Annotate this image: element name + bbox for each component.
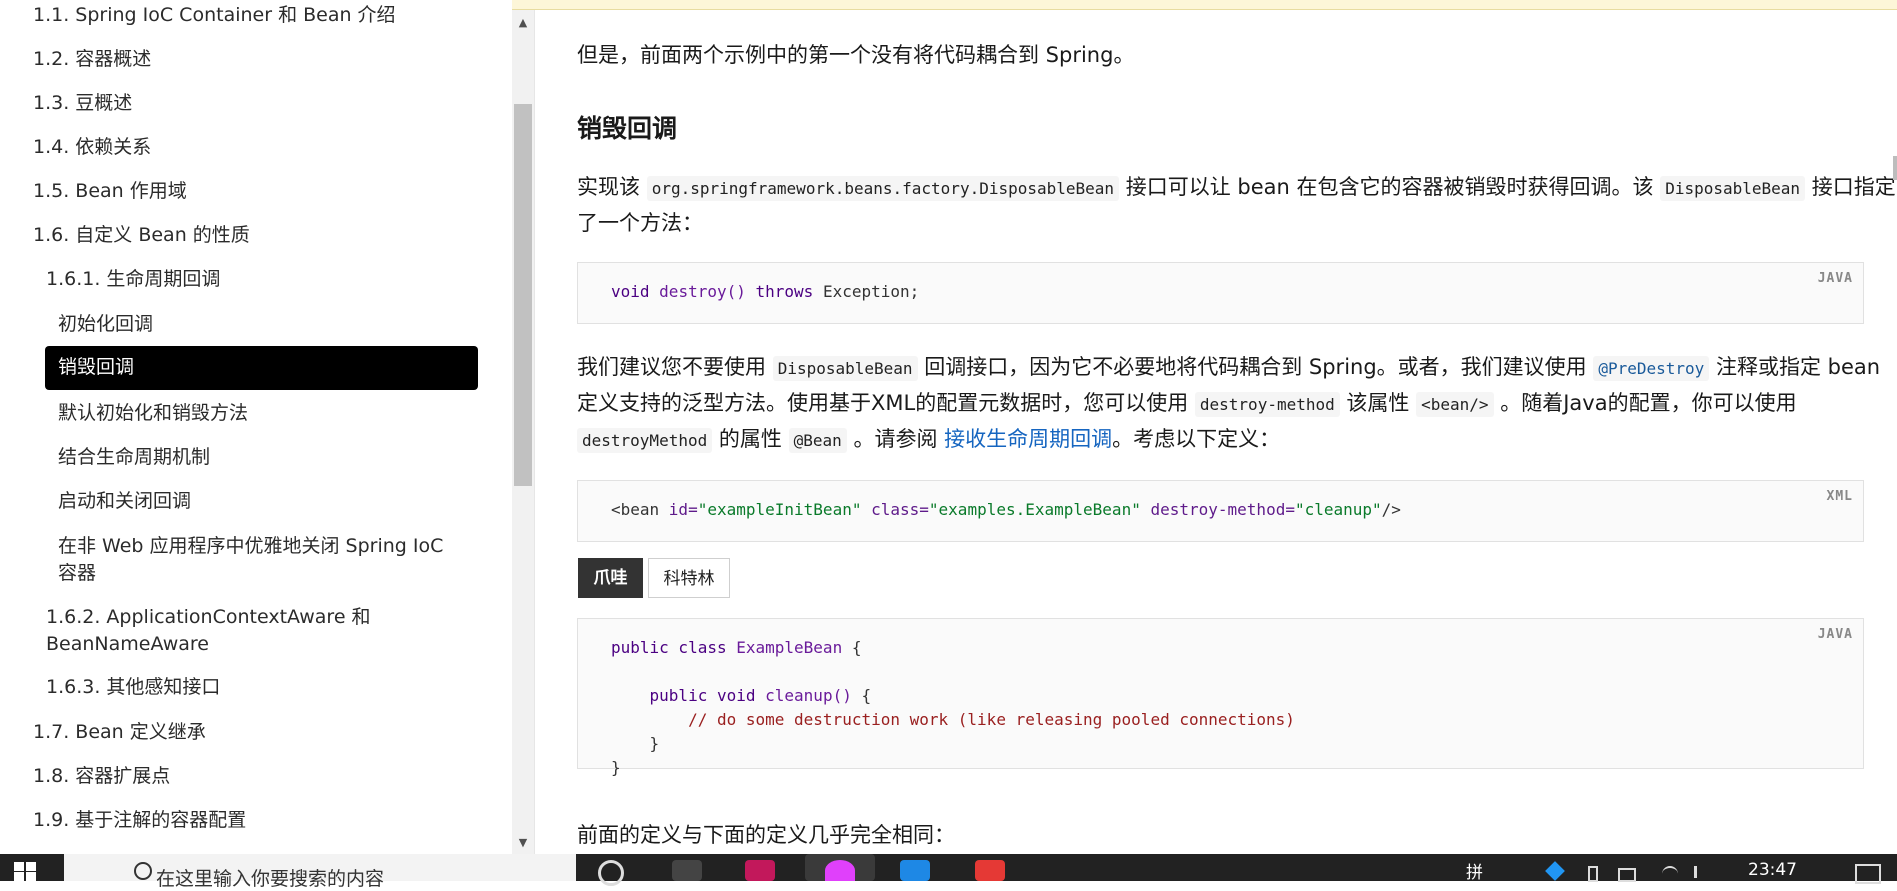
toc-item-1-6-3[interactable]: 1.6.3. 其他感知接口 [46,674,220,701]
toc-item-1-4[interactable]: 1.4. 依赖关系 [33,134,151,161]
store-app-icon[interactable] [900,860,930,881]
paragraph-disposable: 实现该 org.springframework.beans.factory.Di… [577,175,1896,235]
main-content: 但是，前面两个示例中的第一个没有将代码耦合到 Spring。 销毁回调 实现该 … [535,10,1897,854]
toc-item-1-7[interactable]: 1.7. Bean 定义继承 [33,719,206,746]
section-heading: 销毁回调 [577,114,678,143]
code-language-label: JAVA [1817,271,1853,286]
tab-java[interactable]: 爪哇 [578,558,643,598]
ime-indicator[interactable]: 拼 [1466,858,1483,883]
cortana-icon[interactable] [598,860,624,886]
inline-code: @PreDestroy [1593,356,1710,381]
taskbar-search-box[interactable]: 在这里输入你要搜索的内容 [64,854,576,890]
inline-code: org.springframework.beans.factory.Dispos… [646,176,1120,201]
windows-taskbar: 在这里输入你要搜索的内容 拼 23:47 [0,854,1897,890]
windows-start-icon[interactable] [14,862,38,881]
taskbar-search-placeholder: 在这里输入你要搜索的内容 [156,868,385,890]
toc-item-1-6-2[interactable]: 1.6.2. ApplicationContextAware 和 BeanNam… [46,604,386,658]
scroll-down-arrow-icon[interactable]: ▼ [512,832,534,854]
toc-item-graceful-shutdown[interactable]: 在非 Web 应用程序中优雅地关闭 Spring IoC 容器 [58,533,468,587]
task-view-icon[interactable] [672,860,702,881]
inline-code: @Bean [788,428,847,453]
toc-item-1-6-1[interactable]: 1.6.1. 生命周期回调 [46,266,220,293]
page-scroll-indicator[interactable] [1893,156,1897,180]
toc-item-1-9[interactable]: 1.9. 基于注解的容器配置 [33,807,246,834]
inline-code: destroy-method [1194,392,1340,417]
code-language-label: JAVA [1817,627,1853,642]
code-line: <bean id="exampleInitBean" class="exampl… [611,500,1401,519]
battery-icon[interactable] [1618,868,1636,882]
tab-kotlin[interactable]: 科特林 [648,558,730,598]
intro-text: 但是，前面两个示例中的第一个没有将代码耦合到 Spring。 [577,43,1135,67]
volume-icon[interactable] [1694,866,1707,878]
taskbar-clock[interactable]: 23:47 [1748,860,1797,880]
inline-code: DisposableBean [1660,176,1806,201]
sidebar-scrollbar-thumb[interactable] [514,104,532,486]
notification-icon[interactable] [1855,864,1881,884]
code-block-java-examplebean: JAVA public class ExampleBean { public v… [577,618,1864,777]
inline-code: <bean/> [1416,392,1494,417]
outro-text: 前面的定义与下面的定义几乎完全相同： [577,823,955,847]
toc-item-1-8[interactable]: 1.8. 容器扩展点 [33,763,170,790]
scroll-up-arrow-icon[interactable]: ▲ [512,12,534,34]
toc-item-startup-shutdown[interactable]: 启动和关闭回调 [58,488,191,515]
toc-active-label: 销毁回调 [58,356,135,378]
wifi-icon[interactable] [1662,866,1678,882]
inline-code: DisposableBean [772,356,918,381]
tray-app-icon[interactable] [1545,861,1565,881]
firefox-icon [825,860,855,881]
toc-item-1-1[interactable]: 1.1. Spring IoC Container 和 Bean 介绍 [33,2,396,29]
code-block-xml: XML <bean id="exampleInitBean" class="ex… [577,480,1864,542]
lifecycle-callbacks-link[interactable]: 接收生命周期回调 [944,427,1112,451]
paragraph-recommendation: 我们建议您不要使用 DisposableBean 回调接口，因为它不必要地将代码… [577,355,1881,453]
toc-item-destroy-callbacks-active[interactable]: 销毁回调 [45,346,478,390]
browser-taskbar-button[interactable] [805,854,875,881]
search-icon [134,862,152,880]
toc-item-1-5[interactable]: 1.5. Bean 作用域 [33,178,187,205]
toc-item-init-callbacks[interactable]: 初始化回调 [58,311,153,338]
toc-item-combining-mechanisms[interactable]: 结合生命周期机制 [58,444,210,471]
toc-sidebar: 1.1. Spring IoC Container 和 Bean 介绍 1.2.… [0,0,512,854]
inline-code: destroyMethod [577,428,713,453]
toc-item-1-3[interactable]: 1.3. 豆概述 [33,90,132,117]
toc-item-1-2[interactable]: 1.2. 容器概述 [33,46,151,73]
code-lines: public class ExampleBean { public void c… [611,638,1295,777]
red-app-icon[interactable] [975,860,1005,881]
toc-item-1-6[interactable]: 1.6. 自定义 Bean 的性质 [33,222,250,249]
code-line: void destroy() throws Exception; [611,282,920,301]
intellij-idea-icon[interactable] [745,860,775,881]
code-language-label: XML [1826,489,1853,504]
usb-icon[interactable] [1588,866,1598,882]
code-block-java-destroy: JAVA void destroy() throws Exception; [577,262,1864,324]
toc-item-default-methods[interactable]: 默认初始化和销毁方法 [58,400,248,427]
